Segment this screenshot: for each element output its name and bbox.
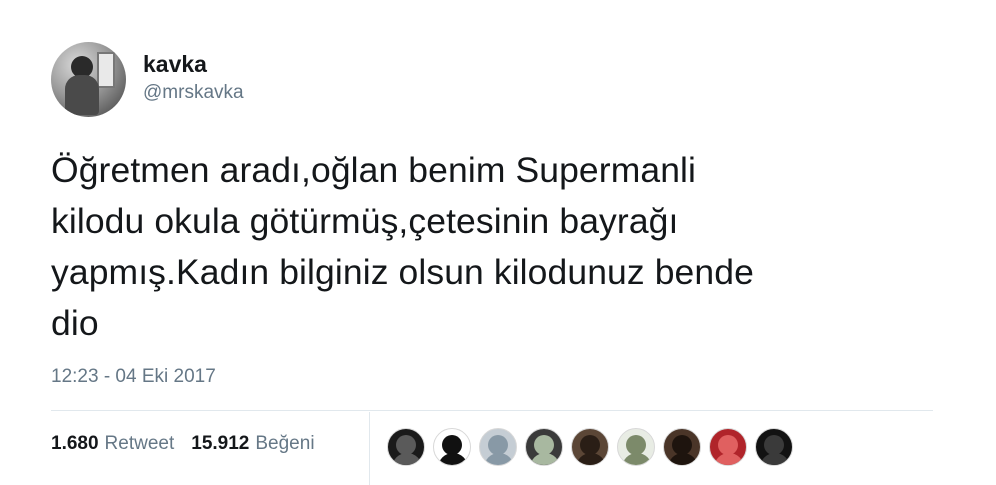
liker-head-shape <box>488 435 508 455</box>
user-avatar[interactable] <box>51 42 126 117</box>
tweet-text-line: yapmış.Kadın bilginiz olsun kilodunuz be… <box>51 252 754 292</box>
retweet-count: 1.680 <box>51 433 99 454</box>
liker-avatar-8[interactable] <box>709 428 747 466</box>
like-count: 15.912 <box>191 433 250 454</box>
liker-head-shape <box>764 435 784 455</box>
avatar-body-shape <box>65 75 99 115</box>
tweet-card: kavka @mrskavka Öğretmen aradı,oğlan ben… <box>0 0 996 485</box>
liker-body-shape <box>484 453 514 465</box>
tweet-text-line: Öğretmen aradı,oğlan benim Supermanli <box>51 150 697 190</box>
liker-body-shape <box>622 453 652 465</box>
liker-head-shape <box>442 435 462 455</box>
like-stat[interactable]: 15.912 Beğeni <box>191 433 314 455</box>
liker-head-shape <box>580 435 600 455</box>
screen-name[interactable]: @mrskavka <box>143 80 244 106</box>
liker-avatar-9[interactable] <box>755 428 793 466</box>
liker-avatar-3[interactable] <box>479 428 517 466</box>
stats-separator <box>369 412 370 485</box>
liker-avatar-2[interactable] <box>433 428 471 466</box>
tweet-header: kavka @mrskavka <box>51 42 244 117</box>
liker-avatars <box>387 428 801 466</box>
liker-avatar-5[interactable] <box>571 428 609 466</box>
display-name[interactable]: kavka <box>143 50 244 78</box>
divider <box>51 410 933 411</box>
liker-avatar-4[interactable] <box>525 428 563 466</box>
liker-head-shape <box>718 435 738 455</box>
liker-avatar-6[interactable] <box>617 428 655 466</box>
avatar-window-shape <box>97 52 115 88</box>
liker-head-shape <box>672 435 692 455</box>
tweet-text-line: dio <box>51 303 99 343</box>
like-label: Beğeni <box>255 433 315 454</box>
liker-avatar-1[interactable] <box>387 428 425 466</box>
liker-head-shape <box>396 435 416 455</box>
liker-body-shape <box>530 453 560 465</box>
liker-body-shape <box>392 453 422 465</box>
liker-body-shape <box>668 453 698 465</box>
user-names: kavka @mrskavka <box>143 50 244 106</box>
liker-avatar-7[interactable] <box>663 428 701 466</box>
liker-body-shape <box>576 453 606 465</box>
retweet-stat[interactable]: 1.680 Retweet <box>51 433 174 455</box>
tweet-timestamp[interactable]: 12:23 - 04 Eki 2017 <box>51 366 216 388</box>
tweet-text: Öğretmen aradı,oğlan benim Supermanli ki… <box>51 145 931 349</box>
tweet-stats: 1.680 Retweet 15.912 Beğeni <box>51 433 332 455</box>
liker-body-shape <box>714 453 744 465</box>
tweet-text-line: kilodu okula götürmüş,çetesinin bayrağı <box>51 201 679 241</box>
liker-head-shape <box>626 435 646 455</box>
liker-body-shape <box>438 453 468 465</box>
liker-body-shape <box>760 453 790 465</box>
liker-head-shape <box>534 435 554 455</box>
retweet-label: Retweet <box>104 433 175 454</box>
